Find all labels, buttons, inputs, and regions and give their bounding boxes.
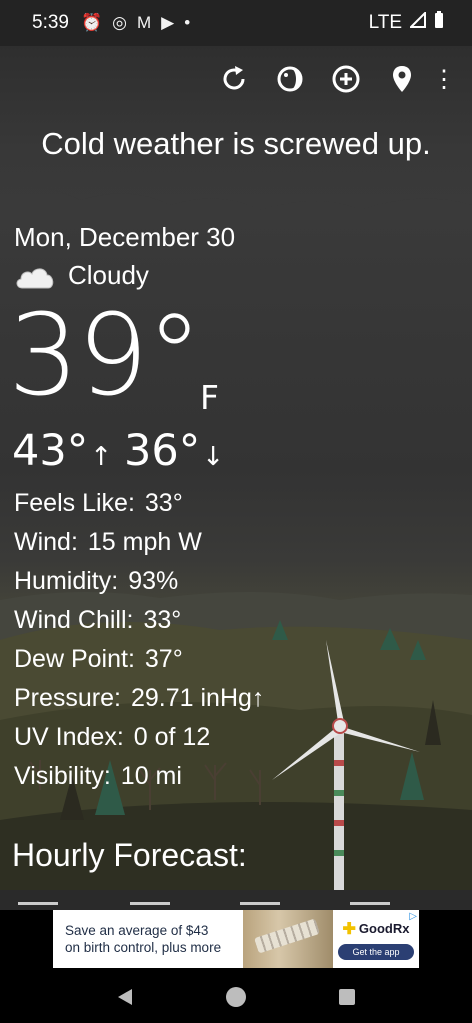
detail-dew-point: Dew Point: 37° (14, 645, 183, 673)
high-low-temperatures: 43° ↑ 36° ↓ (12, 426, 236, 476)
hourly-forecast-title: Hourly Forecast: (12, 837, 247, 873)
detail-wind: Wind: 15 mph W (14, 528, 202, 556)
gmail-icon: M (137, 13, 152, 32)
adchoices-icon[interactable]: ▷ (409, 911, 417, 922)
network-type: LTE (368, 12, 402, 33)
recents-button[interactable] (327, 977, 367, 1017)
advertisement-banner[interactable]: Save an average of $43 on birth control,… (53, 910, 419, 968)
ad-copy: Save an average of $43 on birth control,… (65, 923, 222, 955)
ad-brand-area: ✚ GoodRx Get the app (333, 919, 419, 960)
refresh-button[interactable] (206, 56, 262, 102)
system-navigation-bar (0, 970, 472, 1023)
home-button[interactable] (216, 977, 256, 1017)
weather-tagline: Cold weather is screwed up. (41, 126, 431, 161)
app-toolbar: ⋮ (206, 56, 458, 102)
temperature-unit: F (200, 378, 219, 417)
location-button[interactable] (374, 56, 430, 102)
theme-button[interactable] (262, 56, 318, 102)
detail-wind-chill: Wind Chill: 33° (14, 606, 182, 634)
current-condition: Cloudy (14, 260, 149, 291)
theme-icon (277, 66, 303, 92)
down-arrow-icon: ↓ (202, 442, 225, 472)
current-temperature: 39° (8, 291, 203, 421)
location-pin-icon (393, 66, 411, 92)
add-location-button[interactable] (318, 56, 374, 102)
add-location-icon (332, 65, 360, 93)
back-button[interactable] (105, 977, 145, 1017)
recents-icon (338, 988, 355, 1005)
signal-icon (408, 10, 426, 34)
alarm-icon: ⏰ (80, 13, 103, 32)
ad-image (243, 910, 333, 968)
condition-label: Cloudy (68, 260, 149, 290)
cloud-icon (16, 267, 54, 288)
detail-feels-like: Feels Like: 33° (14, 489, 183, 517)
weather-details: Feels Like: 33° Wind: 15 mph W Humidity: 93… (14, 486, 264, 798)
hourly-forecast-strip[interactable] (0, 890, 472, 910)
instagram-icon: ◎ (112, 13, 127, 32)
home-icon (225, 986, 246, 1007)
detail-visibility: Visibility: 10 mi (14, 762, 182, 790)
refresh-icon (223, 66, 245, 90)
up-arrow-icon: ↑ (90, 442, 113, 472)
detail-uv-index: UV Index: 0 of 12 (14, 723, 211, 751)
youtube-icon: ▶ (161, 13, 175, 32)
high-temp: 43° (12, 426, 89, 476)
dot-icon: • (184, 13, 191, 32)
battery-icon (434, 11, 444, 35)
detail-pressure: Pressure: 29.71 inHg↑ (14, 684, 265, 712)
more-options-button[interactable]: ⋮ (430, 56, 458, 102)
ad-cta-button[interactable]: Get the app (338, 943, 414, 960)
low-temp: 36° (124, 426, 201, 476)
more-options-icon: ⋮ (432, 65, 456, 93)
status-time: 5:39 (32, 12, 69, 33)
ad-brand: ✚ GoodRx (342, 920, 410, 938)
current-date: Mon, December 30 (14, 222, 236, 252)
status-bar: 5:39 ⏰ ◎ M ▶ • LTE (0, 0, 472, 46)
goodrx-plus-icon: ✚ (342, 920, 356, 938)
detail-humidity: Humidity: 93% (14, 567, 179, 595)
back-icon (118, 988, 133, 1005)
